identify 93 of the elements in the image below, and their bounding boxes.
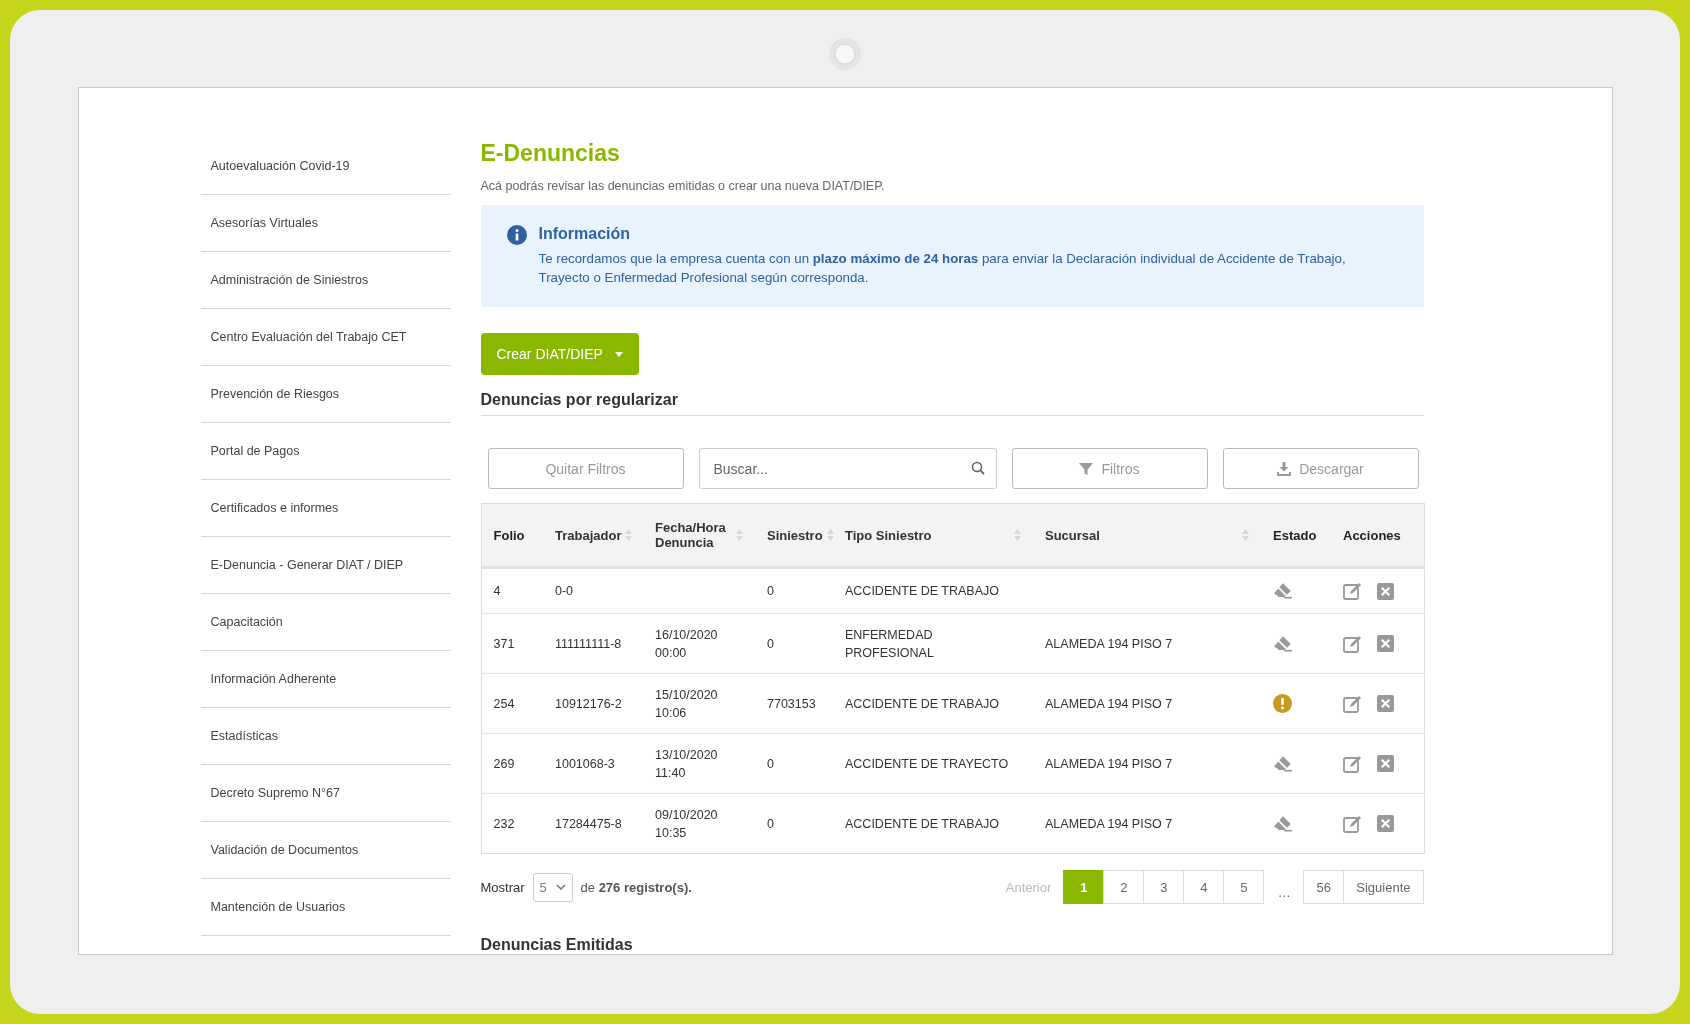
sidebar-item[interactable]: Administración de Siniestros <box>200 252 451 309</box>
sidebar-item[interactable]: Certificados e informes <box>200 480 451 537</box>
sidebar-item[interactable]: Portal de Pagos <box>200 423 451 480</box>
sort-icon <box>1014 529 1021 541</box>
table-cell: ALAMEDA 194 PISO 7 <box>1045 756 1173 771</box>
column-label: Tipo Siniestro <box>845 527 932 543</box>
table-cell: 254 <box>493 696 515 711</box>
column-label: Trabajador <box>555 527 622 543</box>
info-icon <box>506 225 527 245</box>
table-cell: 0 <box>767 816 774 831</box>
sidebar-item[interactable]: E-Denuncia - Generar DIAT / DIEP <box>200 537 451 594</box>
table-cell: 269 <box>493 756 515 771</box>
column-header[interactable]: Sucursal <box>1033 503 1261 568</box>
table-cell: 0 <box>767 756 774 771</box>
page-button[interactable]: 3 <box>1143 870 1185 904</box>
table-cell: 13/10/2020 11:40 <box>655 747 718 780</box>
page-button[interactable]: 5 <box>1223 870 1265 904</box>
download-icon <box>1277 461 1292 476</box>
info-text: Te recordamos que la empresa cuenta con un plazo máximo de 24 horas para enviar la Declaración individual de Accidente de Trabajo, Trayecto o Enfermedad Profesional según corresponda. <box>538 250 1347 287</box>
column-header[interactable]: Siniestro <box>755 503 833 568</box>
edit-icon[interactable] <box>1343 582 1363 600</box>
table-cell: 17284475-8 <box>555 816 622 831</box>
page-subtitle: Acá podrás revisar las denuncias emitidas o crear una nueva DIAT/DIEP. <box>480 179 886 193</box>
table-cell: 0 <box>767 584 774 598</box>
table-cell: 111111111-8 <box>555 636 622 651</box>
page-button[interactable]: 4 <box>1183 870 1225 904</box>
page-button[interactable]: 2 <box>1103 870 1145 904</box>
table-cell: ACCIDENTE DE TRABAJO <box>845 584 999 598</box>
table-cell: 15/10/2020 10:06 <box>655 687 718 720</box>
edit-icon[interactable] <box>1343 694 1363 713</box>
close-icon[interactable] <box>1377 755 1394 772</box>
table-cell: ENFERMEDAD PROFESIONAL <box>845 627 934 660</box>
column-header[interactable]: Trabajador <box>543 503 643 568</box>
table-cell: ALAMEDA 194 PISO 7 <box>1045 816 1173 831</box>
sidebar-item[interactable]: Estadísticas <box>200 708 451 765</box>
next-page-link[interactable]: Siguiente <box>1343 870 1424 904</box>
sort-icon <box>736 529 743 541</box>
edit-icon[interactable] <box>1343 814 1363 833</box>
records-count: de 276 registro(s). <box>580 879 692 895</box>
edit-icon[interactable] <box>1343 754 1363 773</box>
column-label: Estado <box>1273 527 1317 543</box>
column-label: Acciones <box>1343 527 1401 543</box>
search-field[interactable]: Buscar... <box>698 448 997 489</box>
close-icon[interactable] <box>1377 815 1394 832</box>
sidebar-item[interactable]: Información Adherente <box>200 651 451 708</box>
table-cell: 371 <box>493 636 515 651</box>
page-title: E-Denuncias <box>480 140 621 167</box>
column-label: Folio <box>493 527 525 543</box>
table-cell: 232 <box>493 816 515 831</box>
column-header[interactable]: Tipo Siniestro <box>833 503 1033 568</box>
chevron-down-icon <box>555 884 566 890</box>
column-header[interactable]: Fecha/Hora Denuncia <box>643 503 755 568</box>
close-icon[interactable] <box>1377 635 1394 652</box>
section-title: Denuncias Emitidas <box>480 936 634 954</box>
table-cell: 7703153 <box>767 696 816 711</box>
section-title: Denuncias por regularizar <box>480 391 1424 416</box>
table-cell: ACCIDENTE DE TRAYECTO <box>845 756 1009 771</box>
table-cell: 09/10/2020 10:35 <box>655 807 718 840</box>
table-cell: ALAMEDA 194 PISO 7 <box>1045 636 1173 651</box>
caret-icon <box>614 351 623 357</box>
camera-icon <box>828 37 862 71</box>
table-cell: 0-0 <box>555 584 574 598</box>
page-size-select[interactable]: 5 <box>532 872 573 902</box>
table-cell: ACCIDENTE DE TRABAJO <box>845 816 999 831</box>
filter-icon <box>1079 461 1094 476</box>
sort-icon <box>625 529 633 541</box>
sidebar-item[interactable]: Autoevaluación Covid-19 <box>200 138 451 195</box>
sidebar-item[interactable]: Validación de Documentos <box>200 822 451 879</box>
pagination-ellipsis: … <box>1276 883 1292 900</box>
sidebar-item[interactable]: Asesorías Virtuales <box>200 195 451 252</box>
page-button[interactable]: 56 <box>1303 870 1345 904</box>
search-icon <box>970 461 985 475</box>
sidebar-item[interactable]: Mantención de Usuarios <box>200 879 451 936</box>
column-label: Siniestro <box>767 527 823 543</box>
sort-icon <box>1242 529 1249 541</box>
sidebar-item[interactable]: Decreto Supremo N°67 <box>200 765 451 822</box>
table-cell: 4 <box>493 584 501 598</box>
show-label: Mostrar <box>480 879 525 895</box>
info-title: Información <box>538 225 632 243</box>
sidebar-item[interactable]: Prevención de Riesgos <box>200 366 451 423</box>
column-label: Sucursal <box>1045 527 1100 543</box>
sidebar-item[interactable]: Capacitación <box>200 594 451 651</box>
column-label: Fecha/Hora Denuncia <box>655 520 727 550</box>
table-cell: ACCIDENTE DE TRABAJO <box>845 696 999 711</box>
table-cell: 16/10/2020 00:00 <box>655 627 718 660</box>
table-cell: 1001068-3 <box>555 756 615 771</box>
close-icon[interactable] <box>1377 695 1394 712</box>
table-cell: 10912176-2 <box>555 696 622 711</box>
table-cell: 0 <box>767 636 774 651</box>
sidebar-item[interactable]: Centro Evaluación del Trabajo CET <box>200 309 451 366</box>
close-icon[interactable] <box>1377 582 1394 600</box>
edit-icon[interactable] <box>1343 634 1363 653</box>
table-cell: ALAMEDA 194 PISO 7 <box>1045 696 1173 711</box>
